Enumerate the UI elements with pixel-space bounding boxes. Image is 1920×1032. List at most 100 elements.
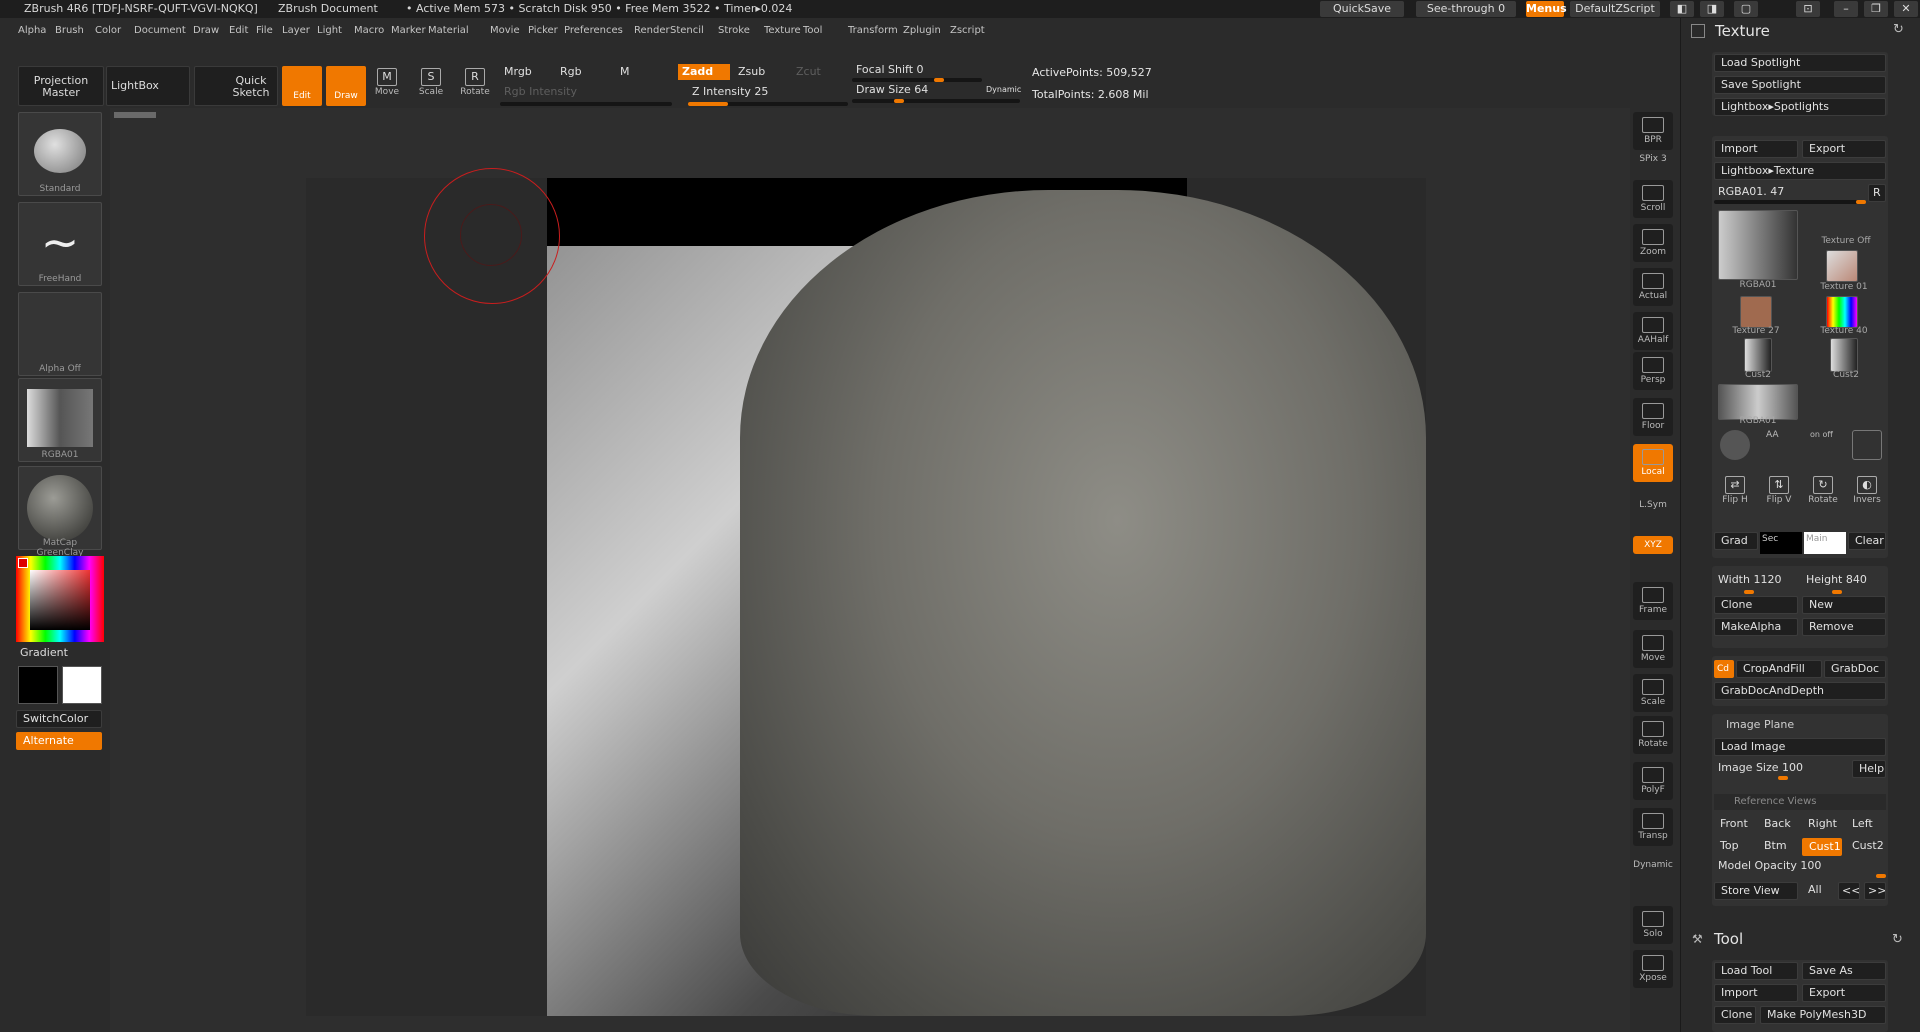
dynamic-toggle[interactable]: Dynamic (982, 82, 1030, 98)
height-slider[interactable]: Height 840 (1802, 572, 1886, 588)
reference-views-header[interactable]: Reference Views (1714, 794, 1886, 810)
dock-floor-button[interactable]: Floor (1633, 398, 1673, 436)
tool-palette-title[interactable]: Tool (1714, 930, 1743, 948)
remove-button[interactable]: Remove (1802, 618, 1886, 636)
layout-icon[interactable]: ◧ (1670, 1, 1694, 17)
menu-item-layer[interactable]: Layer (282, 25, 310, 36)
sculpted-head-model[interactable] (740, 190, 1426, 1016)
minimize-icon[interactable]: – (1834, 1, 1858, 17)
lightbox-spotlights-button[interactable]: Lightbox▸Spotlights (1714, 98, 1886, 116)
make-alpha-button[interactable]: MakeAlpha (1714, 618, 1798, 636)
r-button[interactable]: R (1868, 184, 1886, 202)
texture-index-track[interactable] (1714, 200, 1864, 204)
lightbox-texture-button[interactable]: Lightbox▸Texture (1714, 162, 1886, 180)
dock-move-button[interactable]: Move (1633, 630, 1673, 668)
grad-button[interactable]: Grad (1714, 532, 1758, 550)
tool-import-button[interactable]: Import (1714, 984, 1798, 1002)
cd-toggle[interactable]: Cd (1714, 660, 1734, 678)
dock-spix-3-button[interactable]: SPix 3 (1633, 150, 1673, 168)
menu-item-material[interactable]: Material (428, 25, 469, 36)
zcut-button[interactable]: Zcut (792, 64, 844, 80)
color-square[interactable] (30, 570, 90, 630)
z-intensity-slider[interactable]: Z Intensity 25 (688, 84, 848, 100)
alternate-button[interactable]: Alternate (16, 732, 102, 750)
all-button[interactable]: All (1804, 882, 1834, 898)
zsub-button[interactable]: Zsub (734, 64, 786, 80)
view-top-button[interactable]: Top (1714, 838, 1754, 856)
rgba01-thumbnail[interactable] (1718, 384, 1798, 420)
clear-button[interactable]: Clear (1848, 532, 1886, 550)
menu-item-transform[interactable]: Transform (848, 25, 898, 36)
menu-item-preferences[interactable]: Preferences (564, 25, 623, 36)
save-as-button[interactable]: Save As (1802, 962, 1886, 980)
new-button[interactable]: New (1802, 596, 1886, 614)
dock-solo-button[interactable]: Solo (1633, 906, 1673, 944)
load-tool-button[interactable]: Load Tool (1714, 962, 1798, 980)
menu-item-draw[interactable]: Draw (193, 25, 219, 36)
menu-item-tool[interactable]: Tool (803, 25, 822, 36)
menus-toggle[interactable]: Menus (1526, 1, 1567, 17)
color-picker[interactable] (16, 556, 104, 642)
menu-item-stencil[interactable]: Stencil (670, 25, 704, 36)
view-cust1-button[interactable]: Cust1 (1802, 838, 1842, 856)
zadd-button[interactable]: Zadd (678, 64, 730, 80)
rotate-button[interactable]: R Rotate (456, 64, 494, 104)
menu-item-light[interactable]: Light (317, 25, 342, 36)
on-off-label[interactable]: on off (1810, 430, 1833, 439)
prev-view-button[interactable]: << (1838, 882, 1860, 900)
scale-button[interactable]: S Scale (412, 64, 450, 104)
menu-item-stroke[interactable]: Stroke (718, 25, 750, 36)
dock-transp-button[interactable]: Transp (1633, 808, 1673, 846)
view-left-button[interactable]: Left (1846, 816, 1886, 834)
zscript-button[interactable]: DefaultZScript (1570, 1, 1660, 17)
clone-button[interactable]: Clone (1714, 596, 1798, 614)
image-size-slider[interactable]: Image Size 100 (1714, 760, 1844, 776)
switchcolor-button[interactable]: SwitchColor (16, 710, 102, 728)
cust2-thumbnail[interactable] (1830, 338, 1858, 372)
menu-item-movie[interactable]: Movie (490, 25, 520, 36)
palette-grid-icon[interactable] (1691, 24, 1705, 38)
menu-item-zscript[interactable]: Zscript (950, 25, 985, 36)
dock-aahalf-button[interactable]: AAHalf (1633, 312, 1673, 350)
flip-v-button[interactable]: ⇅ Flip V (1760, 472, 1798, 512)
rgb-intensity-slider[interactable]: Rgb Intensity (500, 84, 670, 100)
projection-master-button[interactable]: Projection Master (18, 66, 104, 106)
menu-item-brush[interactable]: Brush (55, 25, 84, 36)
help-button[interactable]: Help (1852, 760, 1886, 778)
restore-icon[interactable]: ❐ (1864, 1, 1888, 17)
main-color[interactable] (62, 666, 102, 704)
dock-rotate-button[interactable]: Rotate (1633, 716, 1673, 754)
menu-item-macro[interactable]: Macro (354, 25, 384, 36)
dock-actual-button[interactable]: Actual (1633, 268, 1673, 306)
next-view-button[interactable]: >> (1864, 882, 1886, 900)
dock-bpr-button[interactable]: BPR (1633, 112, 1673, 150)
secondary-color[interactable] (18, 666, 58, 704)
tile-icon[interactable] (1852, 430, 1882, 460)
menu-item-marker[interactable]: Marker (391, 25, 426, 36)
refresh-icon[interactable]: ↻ (1892, 932, 1903, 947)
view-right-button[interactable]: Right (1802, 816, 1842, 834)
view-front-button[interactable]: Front (1714, 816, 1754, 834)
dock-scroll-button[interactable]: Scroll (1633, 180, 1673, 218)
refresh-icon[interactable]: ↻ (1893, 22, 1904, 37)
import-button[interactable]: Import (1714, 140, 1798, 158)
canvas-scroll-handle[interactable] (114, 112, 156, 118)
dock-l-sym-button[interactable]: L.Sym (1633, 496, 1673, 514)
move-button[interactable]: M Move (368, 64, 406, 104)
texture-palette-title[interactable]: Texture (1715, 22, 1770, 40)
menu-item-color[interactable]: Color (95, 25, 121, 36)
make-polymesh-button[interactable]: Make PolyMesh3D (1760, 1006, 1886, 1024)
menu-item-render[interactable]: Render (634, 25, 670, 36)
load-image-button[interactable]: Load Image (1714, 738, 1886, 756)
store-view-button[interactable]: Store View (1714, 882, 1798, 900)
rgb-button[interactable]: Rgb (556, 64, 608, 80)
texture-01-thumbnail[interactable] (1826, 250, 1858, 282)
draw-size-slider[interactable]: Draw Size 64 (852, 82, 952, 98)
dock-frame-button[interactable]: Frame (1633, 582, 1673, 620)
rotate-texture-button[interactable]: ↻ Rotate (1804, 472, 1842, 512)
load-spotlight-button[interactable]: Load Spotlight (1714, 54, 1886, 72)
rgb-intensity-track[interactable] (500, 102, 672, 106)
secondary-color-swatch[interactable]: Sec (1760, 532, 1802, 554)
current-texture-thumbnail[interactable] (1718, 210, 1798, 280)
draw-button[interactable]: Draw (326, 66, 366, 106)
